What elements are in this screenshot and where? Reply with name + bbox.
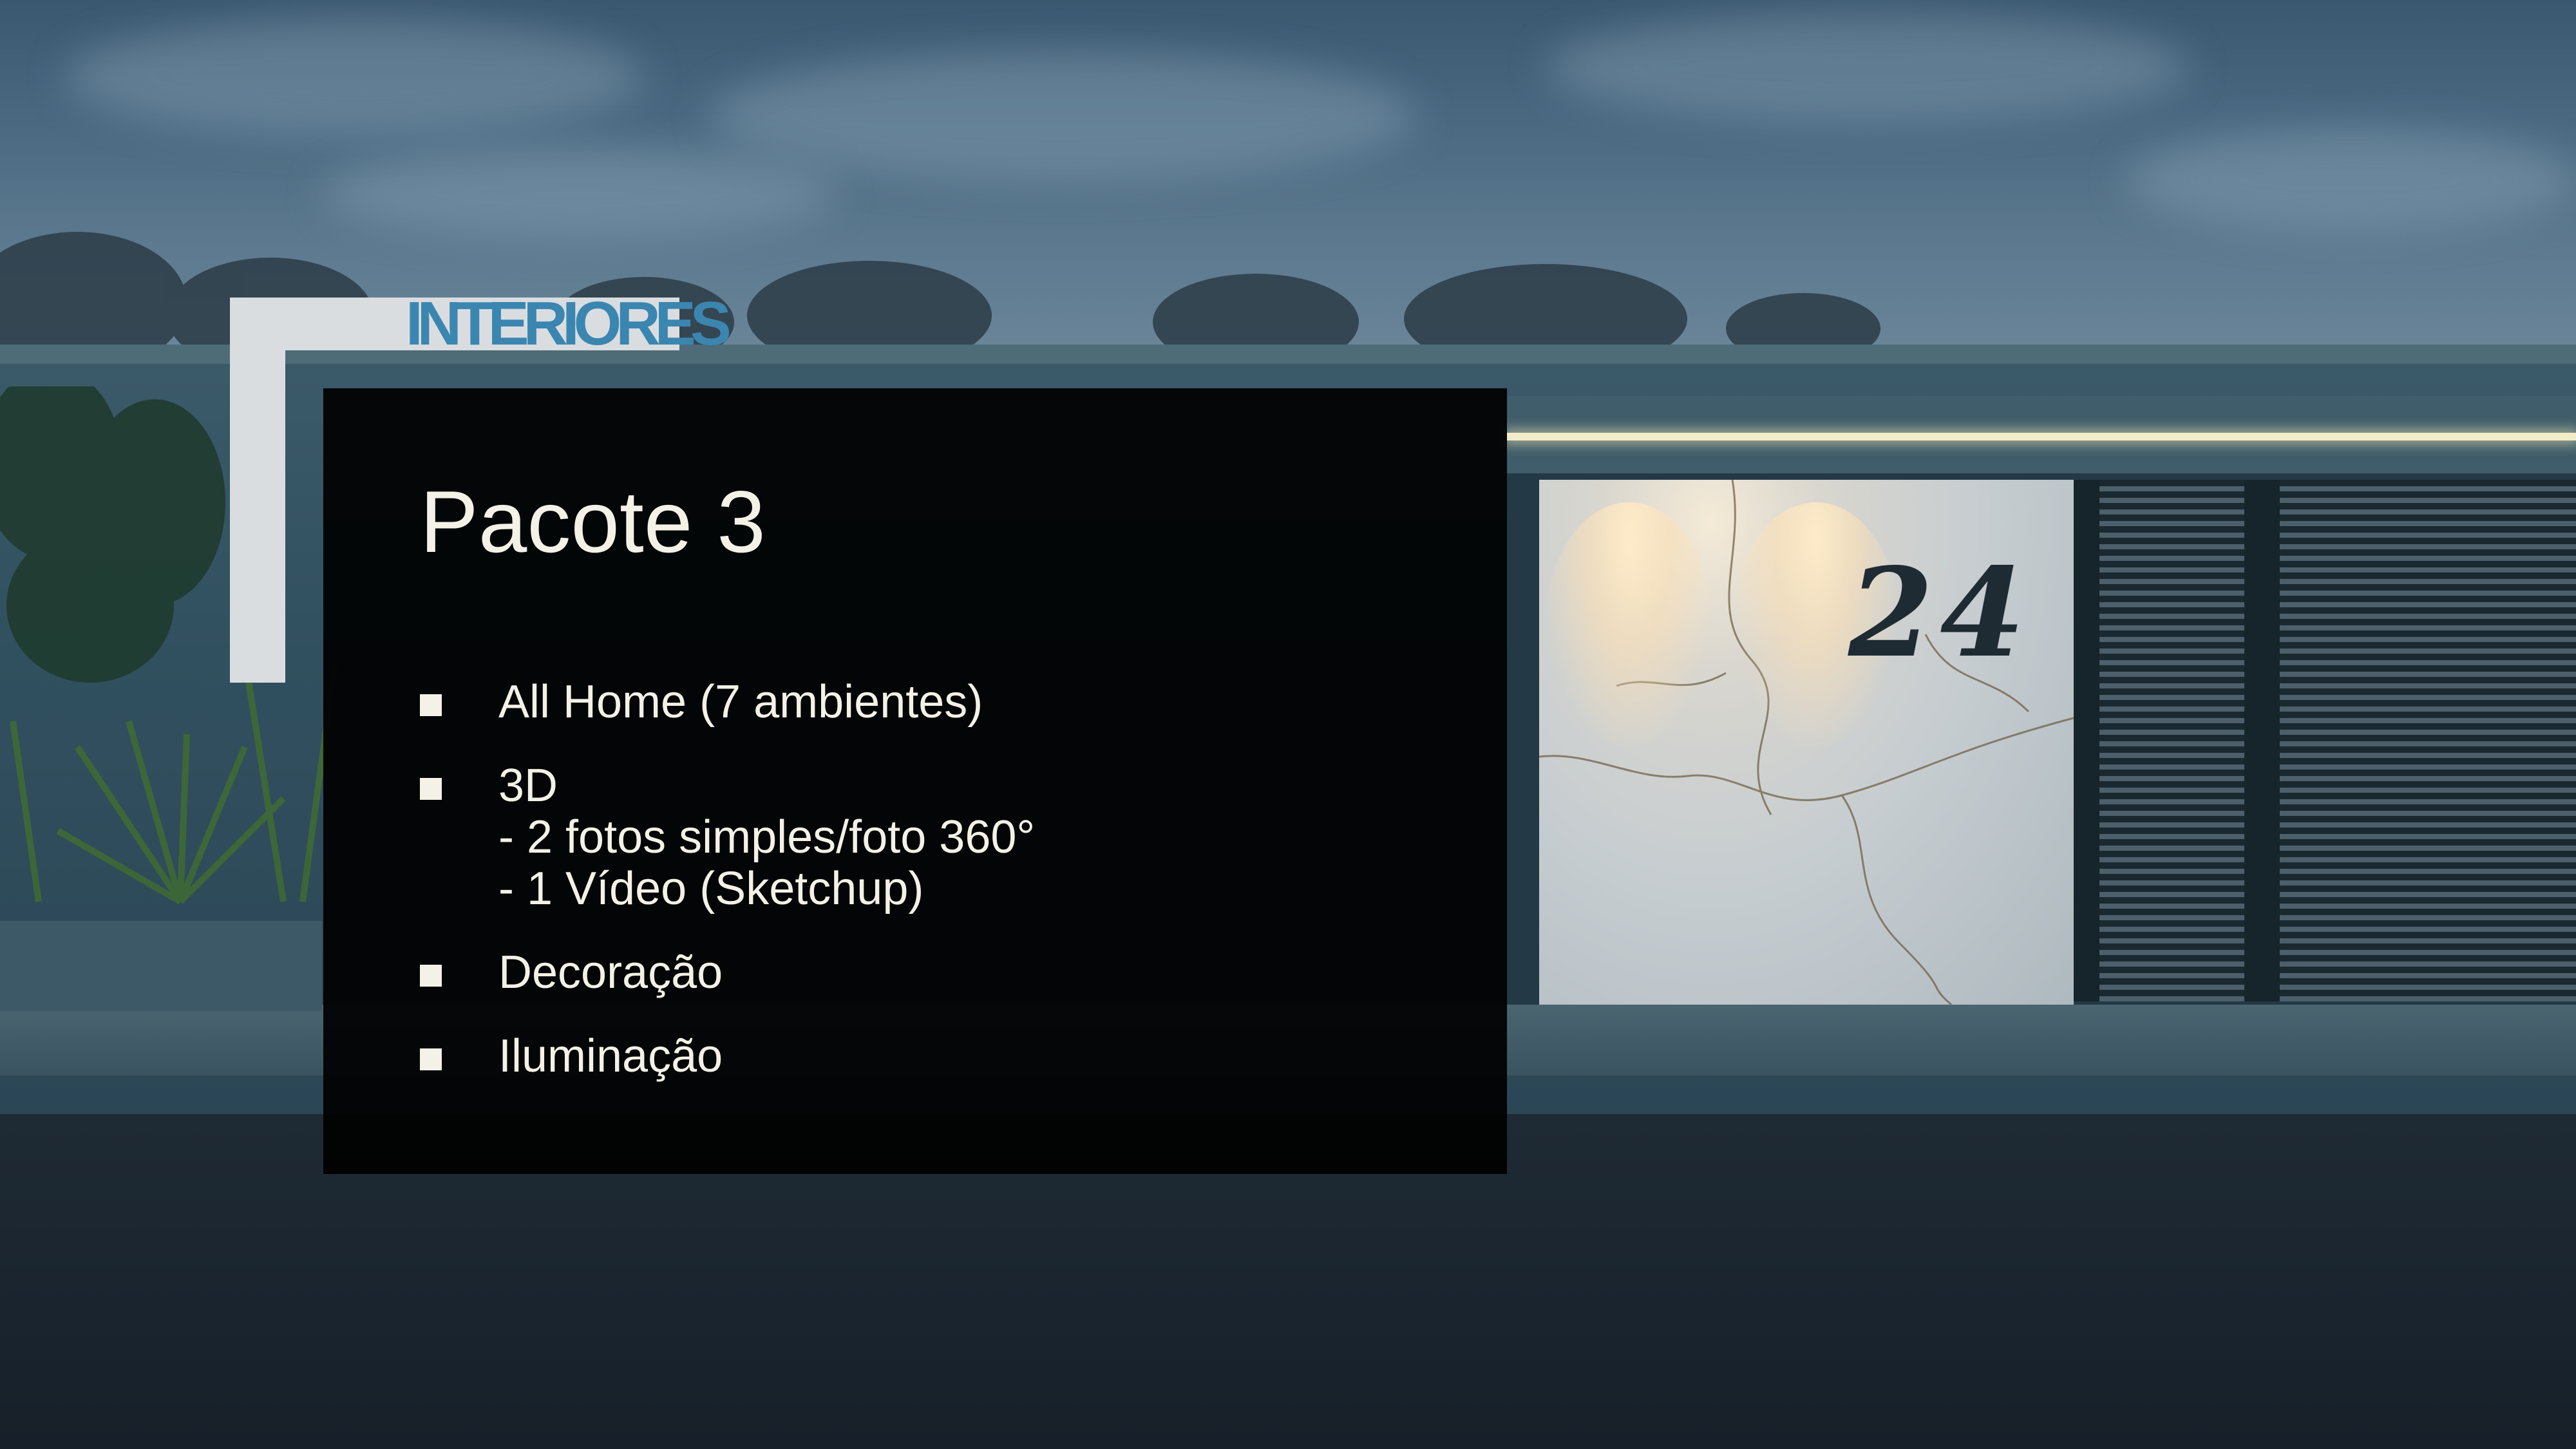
background-plants xyxy=(0,386,338,905)
square-bullet-icon xyxy=(420,1048,442,1070)
bullet-text: Iluminação xyxy=(498,1030,723,1082)
square-bullet-icon xyxy=(420,778,442,800)
background-louver-panel xyxy=(2280,480,2576,1001)
bullet-subtext: - 1 Vídeo (Sketchup) xyxy=(498,863,924,914)
background-pillar xyxy=(2244,480,2280,1001)
bullet-list: All Home (7 ambientes) 3D - 2 fotos simp… xyxy=(420,676,1450,1114)
slide-title: Pacote 3 xyxy=(420,473,766,571)
bullet-item: Iluminação xyxy=(420,1030,1450,1082)
accent-frame-vertical xyxy=(230,298,285,683)
slide: 24 INTERIORES Pacote 3 All Home (7 ambie… xyxy=(0,0,2576,1449)
section-tag: INTERIORES xyxy=(406,289,732,358)
bullet-text: All Home (7 ambientes) xyxy=(498,676,983,728)
bullet-subtext: - 2 fotos simples/foto 360° xyxy=(498,811,1036,863)
bullet-text: Decoração xyxy=(498,947,723,998)
house-number: 24 xyxy=(1848,541,2032,685)
background-wall-light xyxy=(1546,502,1713,747)
background-louver-panel xyxy=(2099,480,2244,1001)
bullet-text: 3D xyxy=(498,760,558,811)
bullet-item: Decoração xyxy=(420,947,1450,998)
bullet-item: 3D - 2 fotos simples/foto 360° - 1 Vídeo… xyxy=(420,760,1450,914)
square-bullet-icon xyxy=(420,694,442,716)
background-planter xyxy=(0,921,322,1011)
square-bullet-icon xyxy=(420,965,442,987)
bullet-item: All Home (7 ambientes) xyxy=(420,676,1450,728)
background-led-strip xyxy=(1507,433,2576,440)
background-pillar xyxy=(2074,480,2099,1001)
